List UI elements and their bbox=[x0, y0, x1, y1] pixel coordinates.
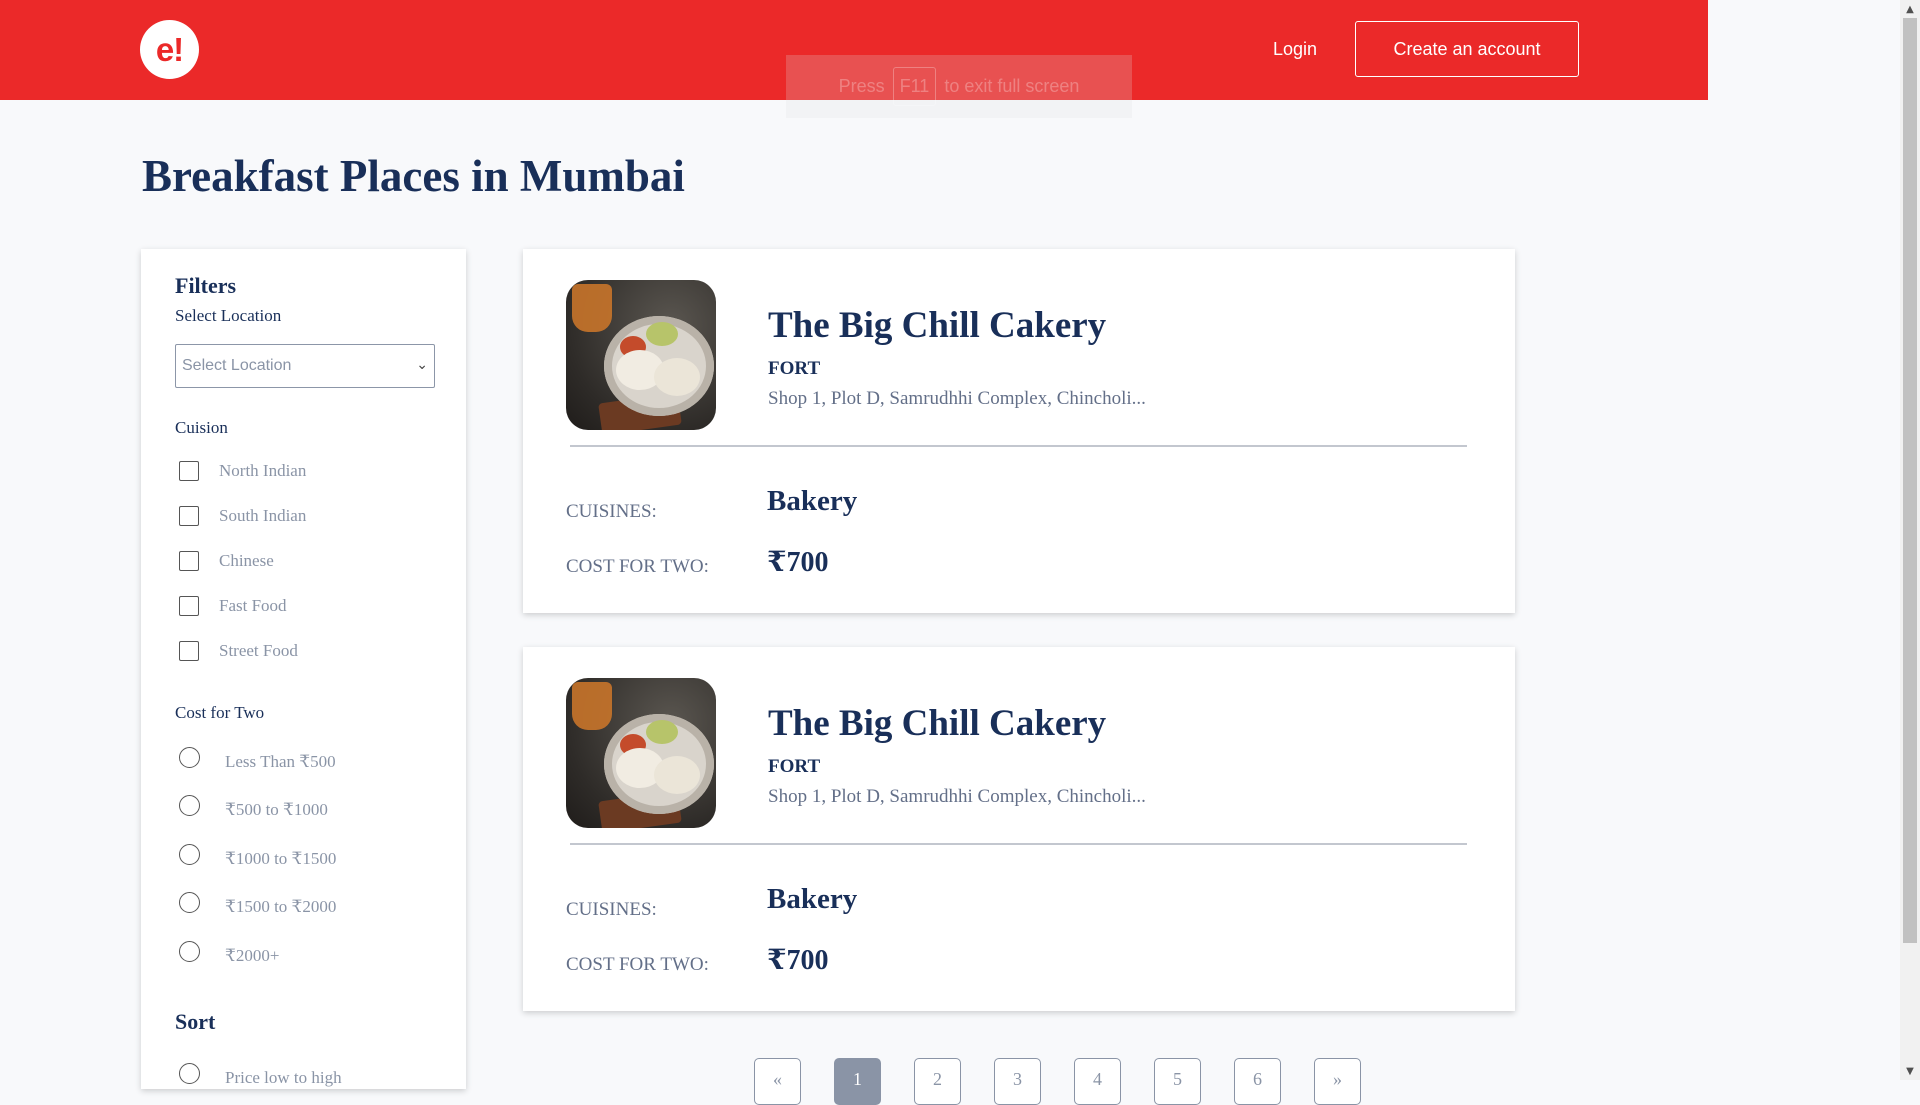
restaurant-address: Shop 1, Plot D, Samrudhhi Complex, Chinc… bbox=[768, 388, 1146, 409]
pagination-page-button[interactable]: 3 bbox=[994, 1058, 1041, 1105]
cuisine-option[interactable]: Chinese bbox=[179, 549, 274, 573]
restaurant-card[interactable]: The Big Chill Cakery FORT Shop 1, Plot D… bbox=[523, 249, 1515, 613]
chevron-down-icon: ⌄ bbox=[416, 357, 428, 373]
cuisines-label: CUISINES: bbox=[566, 899, 657, 920]
scroll-up-arrow-icon[interactable]: ▲ bbox=[1900, 0, 1920, 18]
sort-option-label: Price low to high bbox=[225, 1068, 342, 1087]
toast-key: F11 bbox=[892, 67, 937, 106]
cost-value: ₹700 bbox=[767, 547, 829, 578]
cost-option-label: Less Than ₹500 bbox=[225, 752, 336, 771]
pagination-page-button[interactable]: 5 bbox=[1154, 1058, 1201, 1105]
divider bbox=[570, 445, 1467, 447]
cost-value: ₹700 bbox=[767, 945, 829, 976]
cuisine-option-label: North Indian bbox=[219, 461, 307, 480]
cuisine-option-label: Fast Food bbox=[219, 596, 287, 615]
pagination-page-button[interactable]: 4 bbox=[1074, 1058, 1121, 1105]
filters-panel: Filters Select Location Select Location … bbox=[141, 249, 466, 1089]
filters-heading: Filters bbox=[175, 273, 237, 298]
radio-button[interactable] bbox=[179, 843, 200, 865]
cost-label: COST FOR TWO: bbox=[566, 556, 709, 577]
radio-button[interactable] bbox=[179, 746, 200, 768]
radio-button[interactable] bbox=[179, 891, 200, 913]
cuisines-value: Bakery bbox=[767, 883, 858, 915]
cuisine-option[interactable]: North Indian bbox=[179, 459, 306, 483]
sort-option[interactable]: Price low to high bbox=[179, 1061, 342, 1087]
restaurant-thumbnail[interactable] bbox=[566, 678, 716, 828]
cuisines-label: CUISINES: bbox=[566, 501, 657, 522]
logo[interactable]: e! bbox=[140, 20, 199, 79]
checkbox[interactable] bbox=[179, 641, 199, 661]
cuisine-option[interactable]: South Indian bbox=[179, 504, 306, 528]
restaurant-area: FORT bbox=[768, 358, 821, 379]
cost-option[interactable]: ₹1500 to ₹2000 bbox=[179, 890, 337, 916]
checkbox[interactable] bbox=[179, 596, 199, 616]
radio-button[interactable] bbox=[179, 1062, 200, 1084]
restaurant-name[interactable]: The Big Chill Cakery bbox=[768, 304, 1106, 347]
cost-option-label: ₹1000 to ₹1500 bbox=[225, 849, 337, 868]
cost-option-label: ₹2000+ bbox=[225, 946, 280, 965]
cost-label: COST FOR TWO: bbox=[566, 954, 709, 975]
pagination-prev-button[interactable]: « bbox=[754, 1058, 801, 1105]
pagination-page-button[interactable]: 6 bbox=[1234, 1058, 1281, 1105]
location-select[interactable]: Select Location ⌄ bbox=[175, 344, 435, 388]
cost-option[interactable]: Less Than ₹500 bbox=[179, 745, 336, 771]
cuisine-option-label: Street Food bbox=[219, 641, 298, 660]
cost-option-label: ₹1500 to ₹2000 bbox=[225, 897, 337, 916]
fullscreen-toast: Press F11 to exit full screen bbox=[786, 55, 1132, 118]
restaurant-thumbnail[interactable] bbox=[566, 280, 716, 430]
page-title: Breakfast Places in Mumbai bbox=[142, 151, 685, 201]
cuisine-option-label: Chinese bbox=[219, 551, 274, 570]
restaurant-address: Shop 1, Plot D, Samrudhhi Complex, Chinc… bbox=[768, 786, 1146, 807]
radio-button[interactable] bbox=[179, 940, 200, 962]
checkbox[interactable] bbox=[179, 551, 199, 571]
location-label: Select Location bbox=[175, 306, 282, 325]
pagination-page-button[interactable]: 1 bbox=[834, 1058, 881, 1105]
login-link[interactable]: Login bbox=[1273, 39, 1317, 60]
radio-button[interactable] bbox=[179, 794, 200, 816]
cost-option-label: ₹500 to ₹1000 bbox=[225, 800, 328, 819]
cost-option[interactable]: ₹500 to ₹1000 bbox=[179, 793, 328, 819]
restaurant-card[interactable]: The Big Chill Cakery FORT Shop 1, Plot D… bbox=[523, 647, 1515, 1011]
cuisine-option[interactable]: Fast Food bbox=[179, 594, 287, 618]
checkbox[interactable] bbox=[179, 461, 199, 481]
create-account-button[interactable]: Create an account bbox=[1355, 21, 1579, 77]
cost-heading: Cost for Two bbox=[175, 703, 265, 722]
pagination-next-button[interactable]: » bbox=[1314, 1058, 1361, 1105]
cuisines-value: Bakery bbox=[767, 485, 858, 517]
scroll-thumb[interactable] bbox=[1903, 18, 1917, 943]
cuisine-heading: Cuision bbox=[175, 418, 228, 437]
pagination-page-button[interactable]: 2 bbox=[914, 1058, 961, 1105]
cost-option[interactable]: ₹1000 to ₹1500 bbox=[179, 842, 337, 868]
scroll-down-arrow-icon[interactable]: ▼ bbox=[1900, 1062, 1920, 1080]
checkbox[interactable] bbox=[179, 506, 199, 526]
cuisine-option-label: South Indian bbox=[219, 506, 307, 525]
divider bbox=[570, 843, 1467, 845]
sort-heading: Sort bbox=[175, 1009, 216, 1034]
toast-press-text: Press bbox=[838, 76, 885, 96]
restaurant-name[interactable]: The Big Chill Cakery bbox=[768, 702, 1106, 745]
toast-suffix-text: to exit full screen bbox=[944, 76, 1080, 96]
location-select-value: Select Location bbox=[182, 357, 292, 374]
restaurant-area: FORT bbox=[768, 756, 821, 777]
scrollbar[interactable]: ▲ ▼ bbox=[1900, 0, 1920, 1080]
cost-option[interactable]: ₹2000+ bbox=[179, 939, 280, 965]
cuisine-option[interactable]: Street Food bbox=[179, 639, 298, 663]
